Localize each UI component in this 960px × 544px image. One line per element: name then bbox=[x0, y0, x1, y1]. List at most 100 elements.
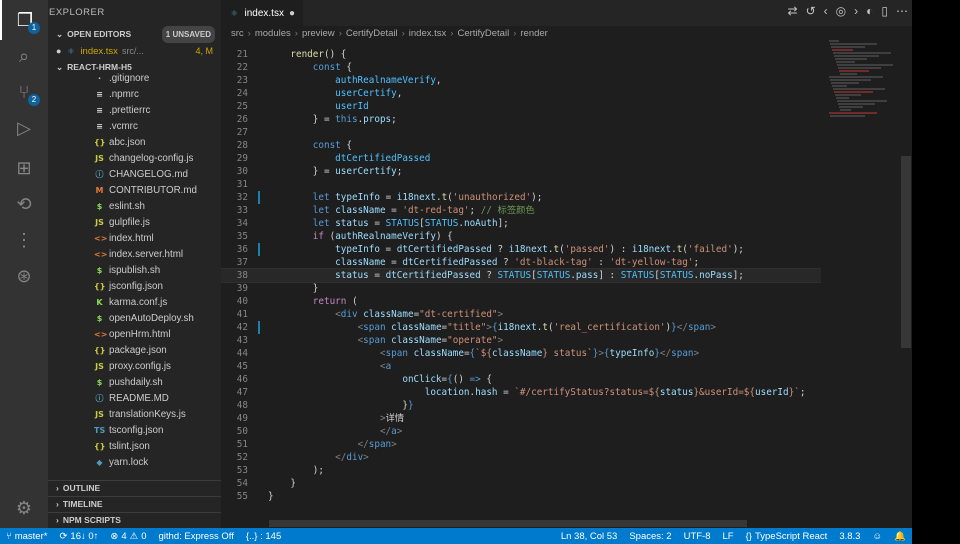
code-line[interactable]: 36 typeInfo = dtCertifiedPassed ? i18nex… bbox=[221, 243, 821, 256]
compare-icon[interactable]: ⇄ bbox=[788, 4, 798, 18]
previous-change-icon[interactable]: ‹ bbox=[824, 4, 828, 18]
file-tree-item[interactable]: JS gulpfile.js bbox=[48, 214, 221, 230]
code-line[interactable]: 48 }} bbox=[221, 399, 821, 412]
file-tree-item[interactable]: {} jsconfig.json bbox=[48, 278, 221, 294]
file-tree-item[interactable]: $ ispublish.sh bbox=[48, 262, 221, 278]
file-tree-item[interactable]: JS translationKeys.js bbox=[48, 406, 221, 422]
code-line[interactable]: 53 ); bbox=[221, 464, 821, 477]
cursor-position[interactable]: Ln 38, Col 53 bbox=[555, 531, 624, 542]
code-line[interactable]: 28 const { bbox=[221, 139, 821, 152]
encoding[interactable]: UTF-8 bbox=[678, 531, 717, 542]
code-line[interactable]: 45 <a bbox=[221, 360, 821, 373]
file-tree-item[interactable]: TS tsconfig.json bbox=[48, 422, 221, 438]
breadcrumb-item[interactable]: preview bbox=[302, 26, 335, 42]
code-line[interactable]: 21 render() { bbox=[221, 48, 821, 61]
breadcrumb-item[interactable]: index.tsx bbox=[409, 26, 447, 42]
file-tree-item[interactable]: $ eslint.sh bbox=[48, 198, 221, 214]
code-line[interactable]: 47 location.hash = `#/certifyStatus?stat… bbox=[221, 386, 821, 399]
code-line[interactable]: 34 let status = STATUS[STATUS.noAuth]; bbox=[221, 217, 821, 230]
run-debug-icon[interactable]: ▷ bbox=[0, 108, 48, 148]
open-editor-item[interactable]: ● ⚛ index.tsx src/... 4, M bbox=[48, 43, 221, 59]
code-line[interactable]: 51 </span> bbox=[221, 438, 821, 451]
file-tree-item[interactable]: JS changelog-config.js bbox=[48, 150, 221, 166]
code-line[interactable]: 40 return ( bbox=[221, 295, 821, 308]
settings-gear-icon[interactable]: ⚙ bbox=[0, 488, 48, 528]
explorer-icon[interactable]: ❐ 1 bbox=[0, 0, 48, 40]
code-line[interactable]: 55} bbox=[221, 490, 821, 503]
code-line[interactable]: 43 <span className="operate"> bbox=[221, 334, 821, 347]
code-line[interactable]: 37 className = dtCertifiedPassed ? 'dt-b… bbox=[221, 256, 821, 269]
file-tree-item[interactable]: <> index.server.html bbox=[48, 246, 221, 262]
more-actions-icon[interactable]: ⋯ bbox=[896, 4, 908, 18]
code-line[interactable]: 23 authRealnameVerify, bbox=[221, 74, 821, 87]
breadcrumb-item[interactable]: CertifyDetail bbox=[457, 26, 509, 42]
file-tree-item[interactable]: {} tslint.json bbox=[48, 438, 221, 454]
code-line[interactable]: 42 <span className="title">{i18next.t('r… bbox=[221, 321, 821, 334]
file-tree-item[interactable]: ≡ .prettierrc bbox=[48, 102, 221, 118]
npm-scripts-header[interactable]: › NPM SCRIPTS bbox=[48, 512, 221, 528]
code-line[interactable]: 41 <div className="dt-certified"> bbox=[221, 308, 821, 321]
code-line[interactable]: 22 const { bbox=[221, 61, 821, 74]
code-line[interactable]: 26 } = this.props; bbox=[221, 113, 821, 126]
extensions-icon[interactable]: ⊞ bbox=[0, 148, 48, 188]
end-of-line[interactable]: LF bbox=[717, 531, 740, 542]
code-line[interactable]: 54 } bbox=[221, 477, 821, 490]
open-changes-icon[interactable]: ↺ bbox=[806, 4, 816, 18]
file-tree-item[interactable]: M CONTRIBUTOR.md bbox=[48, 182, 221, 198]
breadcrumb-item[interactable]: CertifyDetail bbox=[346, 26, 398, 42]
code-line[interactable]: 44 <span className={`${className} status… bbox=[221, 347, 821, 360]
docker-icon[interactable]: ⋮ bbox=[0, 220, 48, 260]
notifications-icon[interactable]: 🔔 bbox=[888, 531, 912, 542]
file-tree-item[interactable]: ◆ yarn.lock bbox=[48, 454, 221, 470]
outline-header[interactable]: › OUTLINE bbox=[48, 480, 221, 496]
git-commit-icon[interactable]: ◎ bbox=[836, 4, 846, 18]
file-tree-item[interactable]: ⓘ README.MD bbox=[48, 390, 221, 406]
code-line[interactable]: 32 let typeInfo = i18next.t('unauthorize… bbox=[221, 191, 821, 204]
file-tree-item[interactable]: <> openHrm.html bbox=[48, 326, 221, 342]
code-line[interactable]: 50 </a> bbox=[221, 425, 821, 438]
code-line[interactable]: 29 dtCertifiedPassed bbox=[221, 152, 821, 165]
file-tree-item[interactable]: ≡ .npmrc bbox=[48, 86, 221, 102]
ts-version[interactable]: 3.8.3 bbox=[833, 531, 866, 542]
horizontal-scrollbar[interactable] bbox=[269, 520, 747, 527]
search-icon[interactable]: ⌕ bbox=[0, 36, 48, 76]
split-editor-icon[interactable]: ▯ bbox=[881, 4, 888, 18]
indentation[interactable]: Spaces: 2 bbox=[623, 531, 677, 542]
code-line[interactable]: 49 >详情 bbox=[221, 412, 821, 425]
open-editors-header[interactable]: ⌄ OPEN EDITORS 1 UNSAVED bbox=[48, 26, 221, 43]
sync-status[interactable]: ⟳ 16↓ 0↑ bbox=[53, 531, 104, 542]
vertical-scrollbar[interactable] bbox=[901, 156, 911, 348]
git-graph-icon[interactable]: ⊛ bbox=[0, 256, 48, 296]
file-tree-item[interactable]: {} package.json bbox=[48, 342, 221, 358]
code-line[interactable]: 33 let className = 'dt-red-tag'; // 标签颜色 bbox=[221, 204, 821, 217]
file-tree-item[interactable]: JS proxy.config.js bbox=[48, 358, 221, 374]
language-mode[interactable]: {} TypeScript React bbox=[740, 531, 834, 542]
githd-status[interactable]: githd: Express Off bbox=[153, 531, 240, 542]
problems-status[interactable]: ⊗ 4 ⚠ 0 bbox=[104, 531, 152, 542]
breadcrumb-item[interactable]: src bbox=[231, 26, 244, 42]
toggle-icon[interactable]: ◐ bbox=[866, 4, 873, 18]
unsaved-dot-icon[interactable]: ● bbox=[56, 46, 61, 56]
file-tree-item[interactable]: ⓘ CHANGELOG.md bbox=[48, 166, 221, 182]
code-line[interactable]: 46 onClick={() => { bbox=[221, 373, 821, 386]
code-line[interactable]: 30 } = userCertify; bbox=[221, 165, 821, 178]
feedback-icon[interactable]: ☺ bbox=[866, 531, 888, 542]
file-tree-item[interactable]: <> index.html bbox=[48, 230, 221, 246]
code-line[interactable]: 27 bbox=[221, 126, 821, 139]
breadcrumb-item[interactable]: modules bbox=[255, 26, 291, 42]
next-change-icon[interactable]: › bbox=[854, 4, 858, 18]
code-line[interactable]: 38 status = dtCertifiedPassed ? STATUS[S… bbox=[221, 268, 821, 283]
code-line[interactable]: 24 userCertify, bbox=[221, 87, 821, 100]
file-tree-item[interactable]: $ openAutoDeploy.sh bbox=[48, 310, 221, 326]
file-tree-item[interactable]: ≡ .vcmrc bbox=[48, 118, 221, 134]
code-editor[interactable]: 21 render() {22 const {23 authRealnameVe… bbox=[221, 48, 821, 514]
file-tree-item[interactable]: $ pushdaily.sh bbox=[48, 374, 221, 390]
braces-status[interactable]: {..} : 145 bbox=[240, 531, 287, 542]
file-tree-item[interactable]: Kkarma.conf.js bbox=[48, 294, 221, 310]
code-line[interactable]: 25 userId bbox=[221, 100, 821, 113]
tab-index-tsx[interactable]: ⚛ index.tsx ● bbox=[221, 0, 303, 26]
code-line[interactable]: 39 } bbox=[221, 282, 821, 295]
code-line[interactable]: 31 bbox=[221, 178, 821, 191]
unsaved-dot-icon[interactable]: ● bbox=[289, 8, 295, 19]
code-line[interactable]: 52 </div> bbox=[221, 451, 821, 464]
